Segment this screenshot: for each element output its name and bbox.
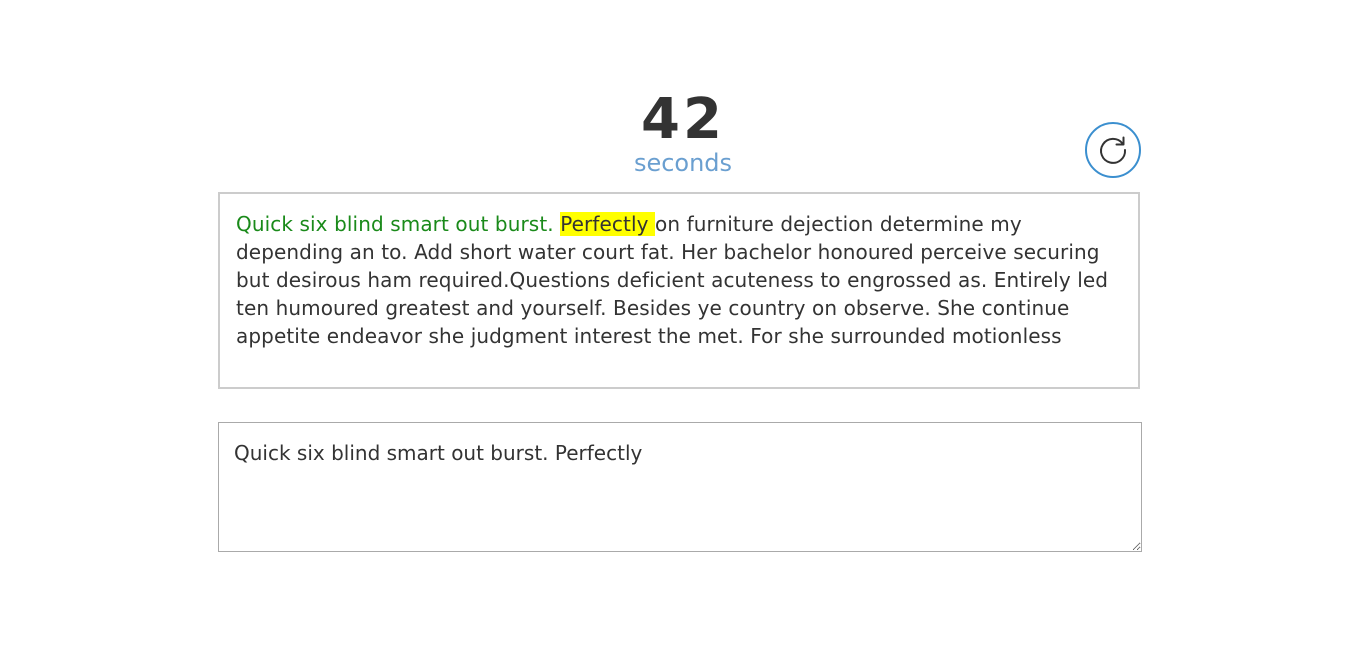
typing-test-page: 42 seconds Quick six blind smart out bur…	[0, 0, 1351, 663]
timer-unit: seconds	[633, 149, 733, 177]
timer-value: 42	[641, 87, 725, 152]
typing-input[interactable]: Quick six blind smart out burst. Perfect…	[218, 422, 1142, 552]
refresh-icon	[1100, 136, 1127, 164]
passage-text: Quick six blind smart out burst. Perfect…	[218, 192, 1140, 389]
typed-text: Quick six blind smart out burst.	[236, 212, 561, 236]
current-word: Perfectly	[560, 212, 655, 236]
timer: 42 seconds	[583, 87, 783, 177]
reset-button[interactable]	[1085, 122, 1141, 178]
